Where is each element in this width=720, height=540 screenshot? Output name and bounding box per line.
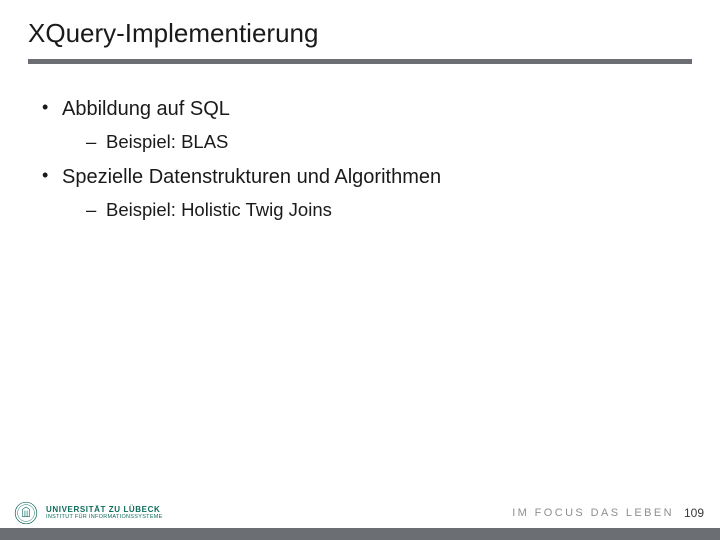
institute-name: INSTITUT FÜR INFORMATIONSSYSTEME <box>46 515 163 521</box>
slide-title: XQuery-Implementierung <box>28 18 692 49</box>
list-item: Spezielle Datenstrukturen und Algorithme… <box>40 162 680 224</box>
footer: UNIVERSITÄT ZU LÜBECK INSTITUT FÜR INFOR… <box>0 498 720 540</box>
bullet-text: Beispiel: BLAS <box>106 131 228 152</box>
title-area: XQuery-Implementierung <box>0 0 720 72</box>
list-item: Beispiel: BLAS <box>84 128 680 156</box>
bullet-list: Abbildung auf SQL Beispiel: BLAS Speziel… <box>40 94 680 224</box>
bullet-sublist: Beispiel: BLAS <box>62 128 680 156</box>
bullet-text: Beispiel: Holistic Twig Joins <box>106 199 332 220</box>
university-text: UNIVERSITÄT ZU LÜBECK INSTITUT FÜR INFOR… <box>46 506 163 521</box>
university-name: UNIVERSITÄT ZU LÜBECK <box>46 506 163 514</box>
footer-left: UNIVERSITÄT ZU LÜBECK INSTITUT FÜR INFOR… <box>14 501 163 525</box>
bullet-text: Abbildung auf SQL <box>62 98 230 120</box>
slide: XQuery-Implementierung Abbildung auf SQL… <box>0 0 720 540</box>
page-number: 109 <box>684 506 704 520</box>
list-item: Abbildung auf SQL Beispiel: BLAS <box>40 94 680 156</box>
motto-text: IM FOCUS DAS LEBEN <box>512 507 674 519</box>
content-area: Abbildung auf SQL Beispiel: BLAS Speziel… <box>0 72 720 540</box>
footer-content: UNIVERSITÄT ZU LÜBECK INSTITUT FÜR INFOR… <box>0 498 720 528</box>
bullet-text: Spezielle Datenstrukturen und Algorithme… <box>62 166 441 188</box>
footer-right: IM FOCUS DAS LEBEN 109 <box>512 506 704 520</box>
footer-bar <box>0 528 720 540</box>
list-item: Beispiel: Holistic Twig Joins <box>84 196 680 224</box>
university-seal-icon <box>14 501 38 525</box>
title-divider <box>28 59 692 64</box>
bullet-sublist: Beispiel: Holistic Twig Joins <box>62 196 680 224</box>
